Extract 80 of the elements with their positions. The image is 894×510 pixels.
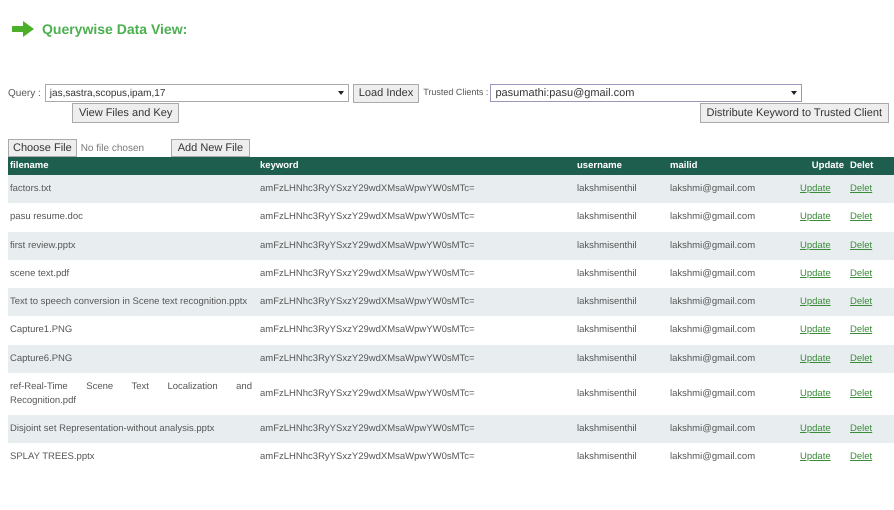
keyword-cell: amFzLHNhc3RyYSxzY29wdXMsaWpwYW0sMTc= xyxy=(260,268,475,279)
column-header: filename xyxy=(10,160,49,171)
update-link[interactable]: Update xyxy=(800,296,831,307)
mailid-cell: lakshmi@gmail.com xyxy=(670,240,756,250)
distribute-keyword-button[interactable]: Distribute Keyword to Trusted Client xyxy=(700,103,889,123)
filename-cell: SPLAY TREES.pptx xyxy=(10,451,94,462)
username-cell: lakshmisenthil xyxy=(577,268,637,279)
filename-cell: Capture6.PNG xyxy=(10,352,72,364)
filename-cell: Text to speech conversion in Scene text recognition.pptx xyxy=(10,296,248,308)
delete-link[interactable]: Delet xyxy=(850,451,872,462)
mailid-cell: lakshmi@gmail.com xyxy=(670,268,756,279)
update-link[interactable]: Update xyxy=(800,388,831,399)
update-link[interactable]: Update xyxy=(800,268,831,279)
column-header: Delet xyxy=(850,160,874,171)
keyword-cell: amFzLHNhc3RyYSxzY29wdXMsaWpwYW0sMTc= xyxy=(260,211,475,222)
load-index-button[interactable]: Load Index xyxy=(352,84,420,102)
arrow-icon xyxy=(12,21,34,37)
update-link[interactable]: Update xyxy=(800,211,831,222)
update-link[interactable]: Update xyxy=(800,352,831,364)
add-file-button[interactable]: Add New File xyxy=(170,139,250,157)
delete-link[interactable]: Delet xyxy=(850,183,872,194)
delete-link[interactable]: Delet xyxy=(850,296,872,307)
file-status-text: No file chosen xyxy=(80,142,146,156)
delete-link[interactable]: Delet xyxy=(850,240,872,250)
column-header: username xyxy=(577,160,622,171)
view-files-button[interactable]: View Files and Key xyxy=(72,103,180,123)
mailid-cell: lakshmi@gmail.com xyxy=(670,422,756,434)
mailid-cell: lakshmi@gmail.com xyxy=(670,183,756,194)
delete-link[interactable]: Delet xyxy=(850,211,872,222)
username-cell: lakshmisenthil xyxy=(577,211,637,222)
mailid-cell: lakshmi@gmail.com xyxy=(670,352,756,364)
keyword-cell: amFzLHNhc3RyYSxzY29wdXMsaWpwYW0sMTc= xyxy=(260,388,475,399)
dropdown-caret-icon xyxy=(338,91,344,95)
username-cell: lakshmisenthil xyxy=(577,324,637,336)
username-cell: lakshmisenthil xyxy=(577,352,637,364)
column-header: keyword xyxy=(260,160,299,171)
filename-cell: ref-Real-Time Scene Text Localization and Recognition.pdf xyxy=(10,380,252,406)
filename-cell: first review.pptx xyxy=(10,240,76,251)
update-link[interactable]: Update xyxy=(800,451,831,462)
column-header: mailid xyxy=(670,160,698,171)
update-link[interactable]: Update xyxy=(800,422,831,434)
filename-cell: scene text.pdf xyxy=(10,268,70,279)
delete-link[interactable]: Delet xyxy=(850,324,872,336)
delete-link[interactable]: Delet xyxy=(850,388,872,399)
delete-link[interactable]: Delet xyxy=(850,268,872,279)
choose-file-button[interactable]: Choose File xyxy=(8,139,77,157)
delete-link[interactable]: Delet xyxy=(850,422,872,434)
filename-cell: Capture1.PNG xyxy=(10,324,72,336)
username-cell: lakshmisenthil xyxy=(577,240,637,250)
delete-link[interactable]: Delet xyxy=(850,352,872,364)
keyword-cell: amFzLHNhc3RyYSxzY29wdXMsaWpwYW0sMTc= xyxy=(260,451,475,462)
keyword-cell: amFzLHNhc3RyYSxzY29wdXMsaWpwYW0sMTc= xyxy=(260,240,475,250)
mailid-cell: lakshmi@gmail.com xyxy=(670,211,756,222)
mailid-cell: lakshmi@gmail.com xyxy=(670,324,756,336)
keyword-cell: amFzLHNhc3RyYSxzY29wdXMsaWpwYW0sMTc= xyxy=(260,422,475,434)
keyword-cell: amFzLHNhc3RyYSxzY29wdXMsaWpwYW0sMTc= xyxy=(260,183,475,194)
username-cell: lakshmisenthil xyxy=(577,183,637,194)
update-link[interactable]: Update xyxy=(800,324,831,336)
keyword-cell: amFzLHNhc3RyYSxzY29wdXMsaWpwYW0sMTc= xyxy=(260,352,475,364)
update-link[interactable]: Update xyxy=(800,240,831,250)
mailid-cell: lakshmi@gmail.com xyxy=(670,388,756,399)
column-header: Update xyxy=(812,160,844,171)
query-label: Query : xyxy=(8,86,41,100)
filename-cell: pasu resume.doc xyxy=(10,211,83,222)
update-link[interactable]: Update xyxy=(800,183,831,194)
trusted-clients-label: Trusted Clients : xyxy=(423,86,488,100)
trusted-clients-select[interactable]: pasumathi:pasu@gmail.com xyxy=(490,84,802,102)
mailid-cell: lakshmi@gmail.com xyxy=(670,451,756,462)
filename-cell: Disjoint set Representation-without analysis.pptx xyxy=(10,422,214,434)
filename-cell: factors.txt xyxy=(10,183,52,194)
query-select[interactable]: jas,sastra,scopus,ipam,17 xyxy=(44,84,349,102)
page-heading: Querywise Data View: xyxy=(42,20,188,39)
keyword-cell: amFzLHNhc3RyYSxzY29wdXMsaWpwYW0sMTc= xyxy=(260,296,475,307)
username-cell: lakshmisenthil xyxy=(577,451,637,462)
mailid-cell: lakshmi@gmail.com xyxy=(670,296,756,307)
username-cell: lakshmisenthil xyxy=(577,296,637,307)
dropdown-caret-icon xyxy=(791,91,798,95)
username-cell: lakshmisenthil xyxy=(577,388,637,399)
username-cell: lakshmisenthil xyxy=(577,422,637,434)
keyword-cell: amFzLHNhc3RyYSxzY29wdXMsaWpwYW0sMTc= xyxy=(260,324,475,336)
